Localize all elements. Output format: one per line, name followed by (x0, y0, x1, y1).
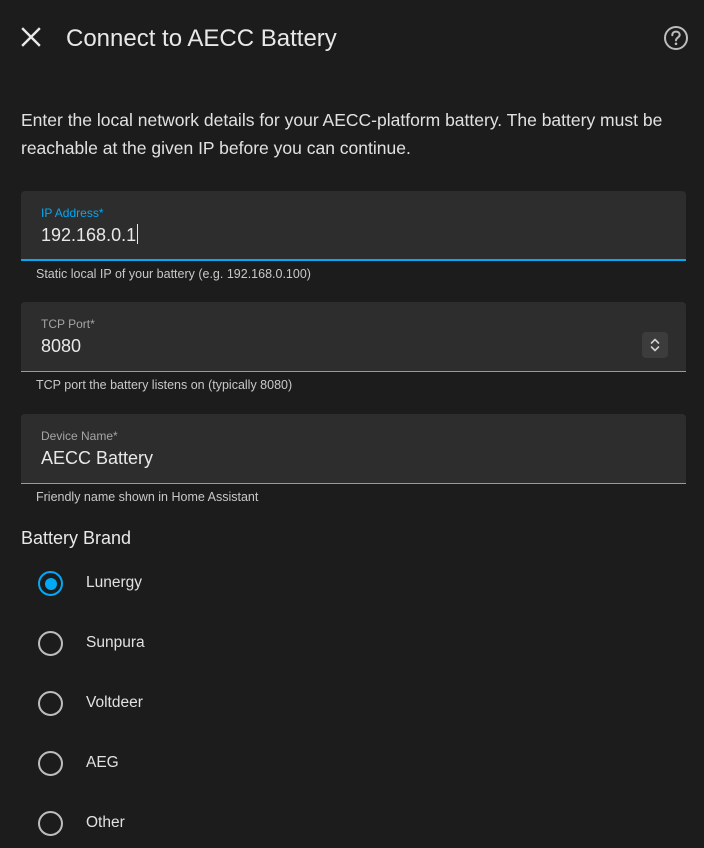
radio-option-aeg[interactable]: AEG (26, 743, 326, 783)
ip-address-label: IP Address* (41, 206, 104, 220)
radio-option-voltdeer[interactable]: Voltdeer (26, 683, 326, 723)
battery-brand-title: Battery Brand (21, 528, 132, 548)
close-icon[interactable] (16, 22, 48, 54)
help-circle-icon[interactable] (660, 22, 692, 54)
ip-address-helper: Static local IP of your battery (e.g. 19… (36, 267, 311, 281)
radio-option-other[interactable]: Other (26, 803, 326, 843)
radio-button[interactable] (38, 811, 63, 836)
chevron-up-down-icon[interactable] (649, 337, 661, 353)
device-name-label: Device Name* (41, 429, 118, 443)
device-name-helper: Friendly name shown in Home Assistant (36, 490, 259, 504)
radio-label: Other (86, 814, 125, 831)
close-button[interactable] (16, 22, 48, 54)
dialog-title: Connect to AECC Battery (66, 25, 337, 52)
radio-button[interactable] (38, 751, 63, 776)
connect-dialog: Connect to AECC Battery Enter the local … (0, 0, 704, 848)
radio-label: Sunpura (86, 634, 145, 651)
tcp-port-input[interactable]: 8080 (41, 335, 81, 357)
device-name-field[interactable]: Device Name* AECC Battery (21, 414, 686, 484)
dialog-description: Enter the local network details for your… (21, 110, 663, 158)
text-caret (137, 224, 139, 244)
tcp-port-helper: TCP port the battery listens on (typical… (36, 378, 293, 392)
tcp-port-label: TCP Port* (41, 317, 95, 331)
device-name-input[interactable]: AECC Battery (41, 447, 153, 469)
radio-button[interactable] (38, 691, 63, 716)
ip-address-value: 192.168.0.1 (41, 225, 137, 245)
ip-address-input[interactable]: 192.168.0.1 (41, 224, 139, 246)
dialog-header: Connect to AECC Battery (0, 0, 704, 78)
tcp-port-stepper[interactable] (642, 332, 668, 358)
radio-label: Voltdeer (86, 694, 143, 711)
radio-option-lunergy[interactable]: Lunergy (26, 563, 326, 603)
radio-button-checked[interactable] (38, 571, 63, 596)
radio-label: Lunergy (86, 574, 143, 591)
help-button[interactable] (660, 22, 692, 54)
tcp-port-field[interactable]: TCP Port* 8080 (21, 302, 686, 372)
radio-label: AEG (86, 754, 119, 771)
ip-address-field[interactable]: IP Address* 192.168.0.1 (21, 191, 686, 261)
radio-button[interactable] (38, 631, 63, 656)
radio-option-sunpura[interactable]: Sunpura (26, 623, 326, 663)
